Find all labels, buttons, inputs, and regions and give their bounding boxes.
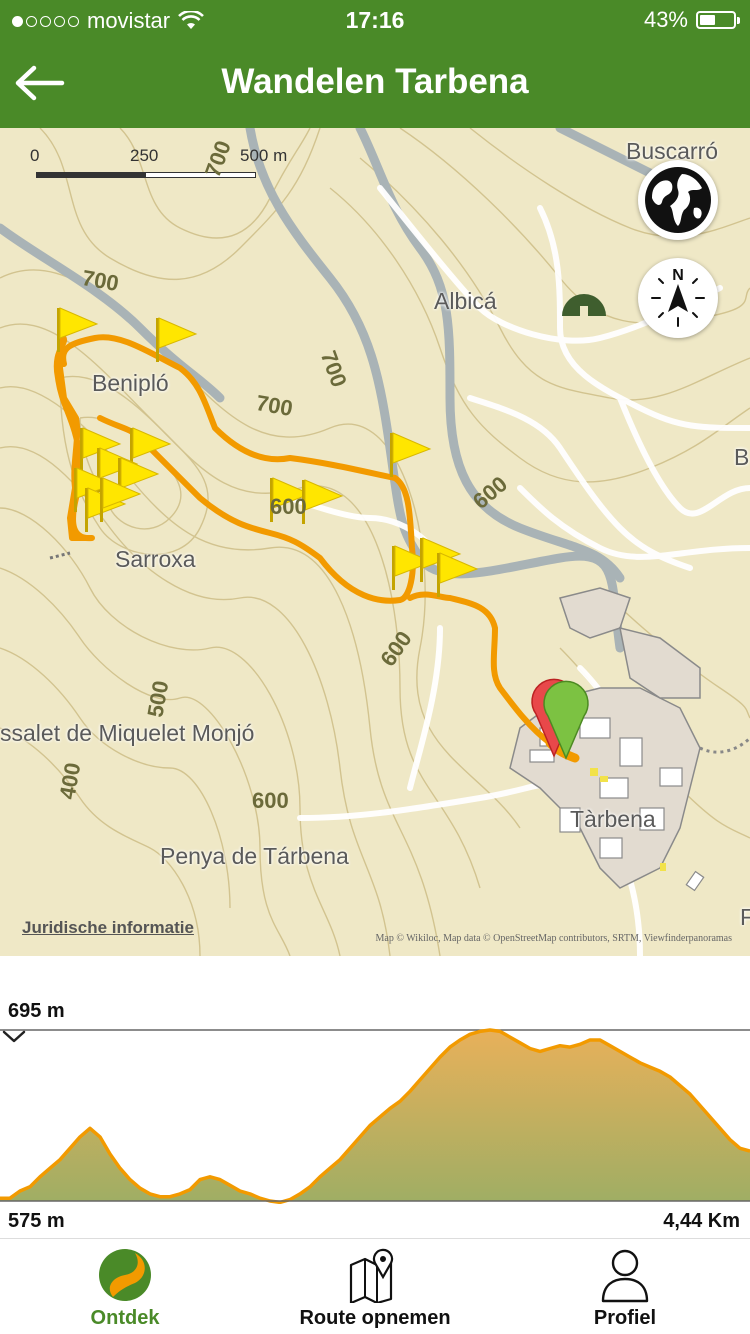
clock: 17:16	[345, 7, 405, 33]
contour-label: 600	[252, 788, 289, 813]
battery-icon	[696, 11, 740, 29]
map-pin-icon	[349, 1248, 394, 1303]
elevation-max: 695 m	[8, 1000, 65, 1022]
legal-info-link[interactable]: Juridische informatie	[22, 918, 194, 938]
elevation-area	[0, 1030, 750, 1203]
elevation-distance: 4,44 Km	[663, 1210, 740, 1232]
tab-ontdek[interactable]: Ontdek	[0, 1239, 250, 1334]
elevation-chart[interactable]	[0, 1026, 750, 1204]
svg-text:N: N	[672, 267, 684, 284]
route-map[interactable]: 0 250 500 m Buscarró Albicá Benipló Sarr…	[0, 128, 750, 956]
place-label-miquelet: ssalet de Miquelet Monjó	[0, 720, 255, 746]
page-title: Wandelen Tarbena	[221, 62, 529, 101]
app-header: movistar 17:16 43% Wandelen Tarbena	[0, 0, 750, 128]
tab-profiel[interactable]: Profiel	[500, 1239, 750, 1334]
compass-icon: N	[651, 267, 705, 327]
place-label-f: F	[740, 904, 750, 930]
map-attribution: Map © Wikiloc, Map data © OpenStreetMap …	[375, 933, 732, 944]
end-marker-icon[interactable]	[540, 668, 592, 760]
place-label-beniplo: Benipló	[92, 370, 169, 396]
scale-end: 500 m	[240, 146, 288, 165]
tab-route-opnemen[interactable]: Route opnemen	[250, 1239, 500, 1334]
battery-percent: 43%	[643, 7, 688, 32]
tab-label: Ontdek	[90, 1307, 160, 1329]
place-label-albica: Albicá	[434, 288, 497, 314]
scale-zero: 0	[30, 146, 40, 165]
place-label-tarbena: Tàrbena	[570, 806, 656, 832]
place-label-b: B	[734, 444, 750, 470]
profile-icon	[601, 1249, 649, 1303]
compass-button[interactable]: N	[638, 258, 718, 338]
map-layers-button[interactable]	[638, 160, 718, 240]
place-label-sarroxa: Sarroxa	[115, 546, 196, 572]
place-label-penya: Penya de Tárbena	[160, 843, 349, 869]
globe-icon	[645, 167, 711, 233]
elevation-min: 575 m	[8, 1210, 65, 1232]
discover-icon	[99, 1249, 151, 1301]
tab-bar: Ontdek Route opnemen Profiel	[0, 1238, 750, 1334]
scale-bar: 0 250 500 m	[30, 146, 300, 186]
contour-label: 600	[270, 494, 307, 519]
status-bar: movistar 17:16 43%	[0, 0, 750, 40]
scale-mid: 250	[130, 146, 159, 165]
tab-label: Profiel	[593, 1307, 657, 1329]
battery-group: 43%	[643, 7, 740, 33]
elevation-panel: 695 m 575 m 4,44 Km	[0, 956, 750, 1238]
tab-label: Route opnemen	[299, 1307, 451, 1329]
